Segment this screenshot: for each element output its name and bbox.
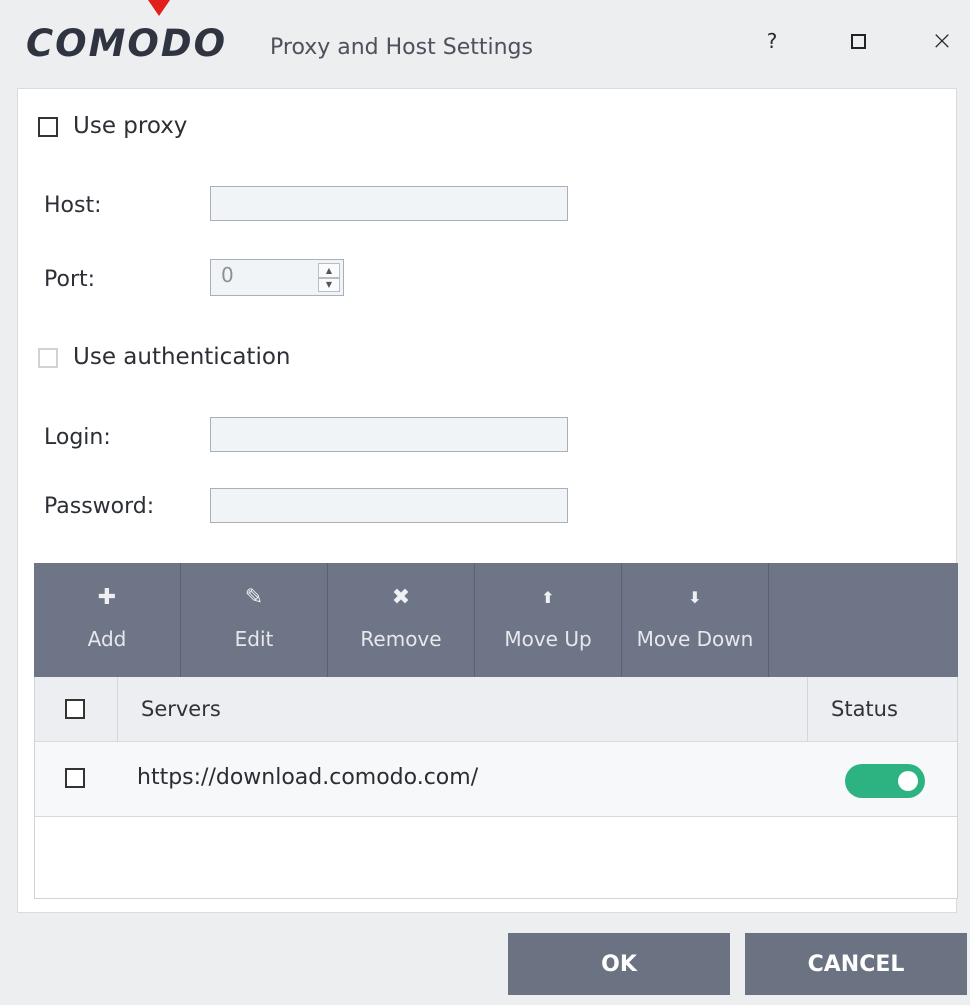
remove-button[interactable]: ✖ Remove (328, 563, 475, 677)
move-up-button-label: Move Up (504, 627, 592, 651)
use-proxy-label: Use proxy (73, 113, 188, 139)
port-stepper-arrows: ▲ ▼ (318, 263, 340, 292)
row-checkbox[interactable] (65, 768, 85, 788)
cancel-button[interactable]: CANCEL (745, 933, 967, 995)
status-toggle[interactable] (845, 764, 925, 798)
table-row[interactable]: https://download.comodo.com/ (35, 742, 957, 817)
use-authentication-label: Use authentication (73, 344, 291, 370)
pointer-arrow-marker (148, 0, 170, 16)
help-button[interactable]: ? (752, 26, 792, 56)
column-divider (117, 677, 118, 741)
maximize-button[interactable] (838, 26, 878, 56)
arrow-up-icon: ⬆ (541, 588, 555, 607)
arrow-down-icon: ⬇ (688, 588, 702, 607)
maximize-icon (850, 33, 866, 49)
port-label: Port: (44, 267, 96, 292)
comodo-logo: COMODO (26, 22, 228, 65)
dialog-title: Proxy and Host Settings (270, 35, 533, 60)
table-header: Servers Status (35, 677, 957, 742)
login-label: Login: (44, 425, 111, 450)
port-increment-button[interactable]: ▲ (318, 263, 340, 278)
host-label: Host: (44, 193, 102, 218)
port-decrement-button[interactable]: ▼ (318, 277, 340, 292)
column-divider (807, 677, 808, 741)
password-input[interactable] (210, 488, 568, 523)
close-button[interactable]: × (922, 26, 962, 56)
host-input[interactable] (210, 186, 568, 221)
proxy-host-settings-dialog: COMODO Proxy and Host Settings ? × Use p… (0, 0, 970, 1005)
ok-button[interactable]: OK (508, 933, 730, 995)
select-all-checkbox[interactable] (65, 699, 85, 719)
close-icon: × (931, 26, 953, 56)
port-stepper[interactable]: 0 ▲ ▼ (210, 259, 344, 296)
settings-panel: Use proxy Host: Port: 0 ▲ ▼ Use authenti… (17, 88, 958, 913)
password-label: Password: (44, 494, 155, 519)
edit-button-label: Edit (234, 627, 274, 651)
pen-icon: ✎ (244, 585, 264, 610)
edit-button[interactable]: ✎ Edit (181, 563, 328, 677)
x-icon: ✖ (391, 585, 411, 610)
move-down-button-label: Move Down (636, 627, 754, 651)
port-value: 0 (221, 263, 234, 287)
move-down-button[interactable]: ⬇ Move Down (622, 563, 769, 677)
plus-icon: ✚ (97, 585, 117, 610)
login-input[interactable] (210, 417, 568, 452)
help-icon: ? (766, 29, 778, 53)
servers-table: Servers Status https://download.comodo.c… (34, 677, 958, 899)
servers-column-header[interactable]: Servers (141, 697, 221, 721)
add-button[interactable]: ✚ Add (34, 563, 181, 677)
server-url: https://download.comodo.com/ (137, 765, 479, 790)
add-button-label: Add (87, 627, 127, 651)
title-bar: COMODO Proxy and Host Settings ? × (0, 16, 970, 86)
toggle-knob (898, 771, 918, 791)
remove-button-label: Remove (360, 627, 442, 651)
use-proxy-checkbox[interactable] (38, 117, 58, 137)
server-toolbar: ✚ Add ✎ Edit ✖ Remove ⬆ Move Up ⬇ Move D… (34, 563, 958, 677)
status-column-header[interactable]: Status (831, 697, 898, 721)
use-authentication-checkbox[interactable] (38, 348, 58, 368)
move-up-button[interactable]: ⬆ Move Up (475, 563, 622, 677)
